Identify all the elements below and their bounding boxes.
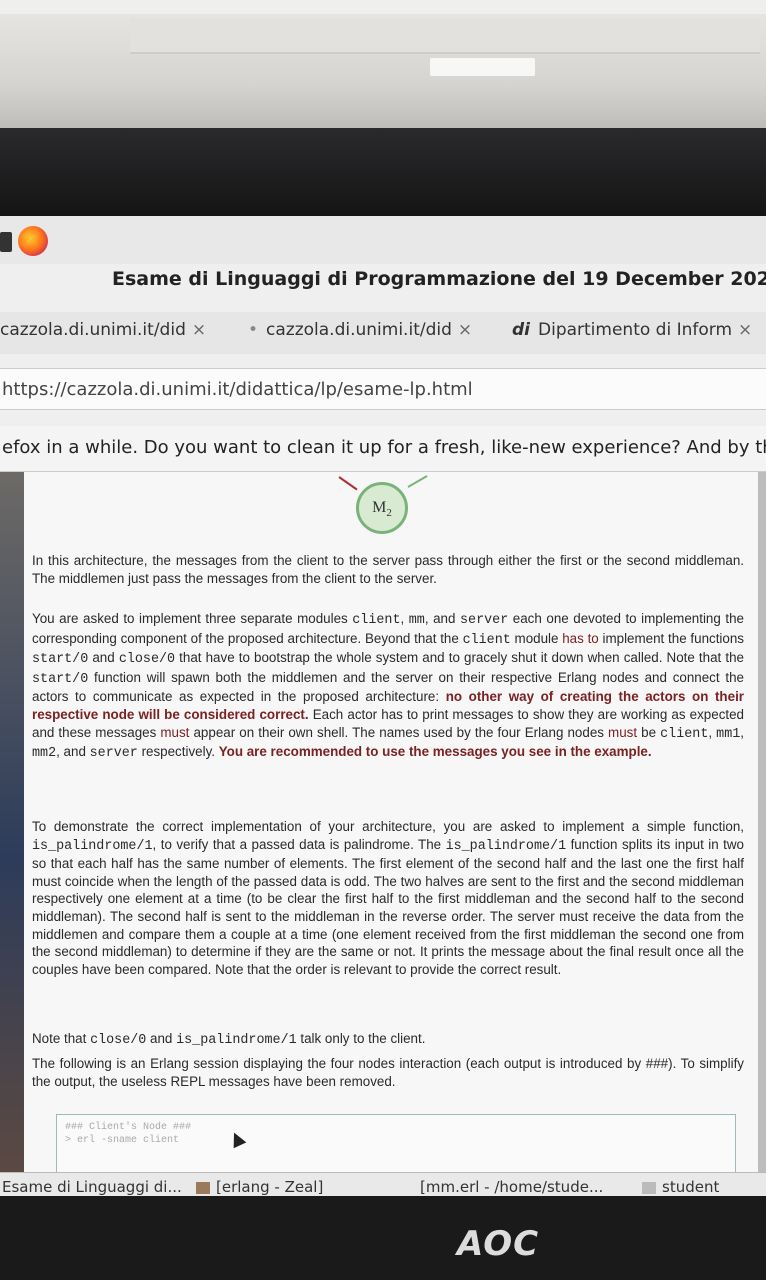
paragraph-note: Note that close/0 and is_palindrome/1 ta… — [32, 1031, 426, 1048]
taskbar-item-firefox[interactable]: Esame di Linguaggi di... — [2, 1178, 182, 1196]
tab-bar: cazzola.di.unimi.it/did × • cazzola.di.uni… — [0, 312, 766, 354]
diagram-node-m2: M2 — [356, 482, 408, 534]
paragraph-palindrome: To demonstrate the correct implementatio… — [32, 819, 745, 977]
window-top-strip — [0, 216, 766, 264]
tab-label: cazzola.di.unimi.it/did — [266, 320, 452, 340]
notification-bar: efox in a while. Do you want to clean it… — [0, 426, 766, 472]
folder-task-icon — [642, 1181, 656, 1194]
tab-label: cazzola.di.unimi.it/did — [0, 320, 186, 340]
address-bar[interactable]: https://cazzola.di.unimi.it/didattica/lp… — [0, 368, 766, 410]
zeal-task-icon — [196, 1181, 210, 1194]
monitor-screen: Esame di Linguaggi di Programmazione del… — [0, 216, 766, 1196]
paragraph-session-intro: The following is an Erlang session displ… — [32, 1056, 744, 1089]
window-title: Esame di Linguaggi di Programmazione del… — [112, 268, 766, 290]
desktop-wallpaper-strip — [0, 472, 24, 1172]
tab-dipartimento[interactable]: di Dipartimento di Inform × — [512, 320, 752, 340]
diagram-arrow-out — [407, 475, 428, 488]
diagram-arrow-in — [338, 476, 358, 491]
code-block: ### Client's Node ### > erl -sname clien… — [56, 1114, 736, 1172]
ceiling — [0, 0, 766, 14]
paragraph-architecture: In this architecture, the messages from … — [32, 553, 744, 586]
di-favicon-icon: di — [512, 320, 530, 340]
dot-icon: • — [248, 320, 259, 340]
ceiling-beam — [130, 18, 760, 54]
code-line: ### Client's Node ### — [65, 1122, 192, 1133]
taskbar-item-editor[interactable]: [mm.erl - /home/stude... — [420, 1178, 603, 1196]
taskbar-label: Esame di Linguaggi di... — [2, 1178, 182, 1196]
tab-cazzola-1[interactable]: cazzola.di.unimi.it/did × — [0, 320, 206, 340]
taskbar-label: [mm.erl - /home/stude... — [420, 1178, 604, 1196]
taskbar: Esame di Linguaggi di... [erlang - Zeal]… — [0, 1172, 766, 1196]
window-menu-icon[interactable] — [0, 232, 12, 252]
page-content: M2 In this architecture, the messages fr… — [24, 472, 758, 1172]
taskbar-label: [erlang - Zeal] — [216, 1178, 324, 1196]
close-icon[interactable]: × — [192, 320, 206, 340]
tab-label: Dipartimento di Inform — [538, 320, 733, 340]
taskbar-item-zeal[interactable]: [erlang - Zeal] — [196, 1178, 323, 1196]
monitor-brand-logo: AOC — [456, 1224, 540, 1264]
ceiling-light — [430, 58, 535, 76]
room-background — [0, 0, 766, 140]
tab-cazzola-2[interactable]: • cazzola.di.unimi.it/did × — [248, 320, 472, 340]
scrollbar[interactable] — [758, 472, 766, 1172]
paragraph-requirements: You are asked to implement three separat… — [32, 611, 745, 762]
monitor-bezel-top — [0, 128, 766, 218]
url-text: https://cazzola.di.unimi.it/didattica/lp… — [2, 379, 473, 400]
taskbar-label: student — [662, 1178, 720, 1196]
firefox-icon — [18, 226, 48, 256]
close-icon[interactable]: × — [458, 320, 472, 340]
taskbar-item-student[interactable]: student — [642, 1178, 719, 1196]
code-line: > erl -sname client — [65, 1135, 180, 1146]
notification-text: efox in a while. Do you want to clean it… — [2, 437, 766, 458]
close-icon[interactable]: × — [738, 320, 752, 340]
